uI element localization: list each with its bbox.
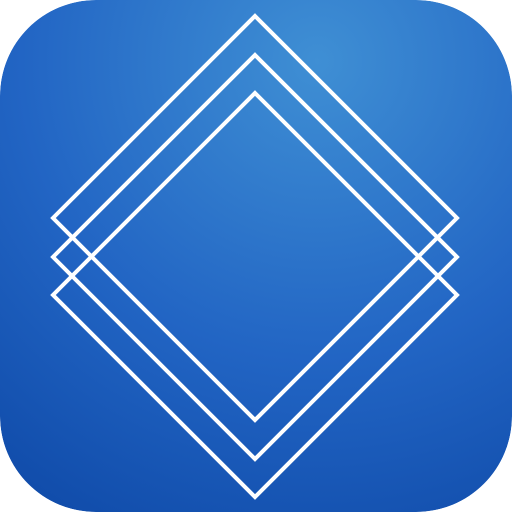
icon-background: [0, 0, 512, 512]
layers-icon: [0, 0, 512, 512]
app-icon[interactable]: [0, 0, 512, 512]
